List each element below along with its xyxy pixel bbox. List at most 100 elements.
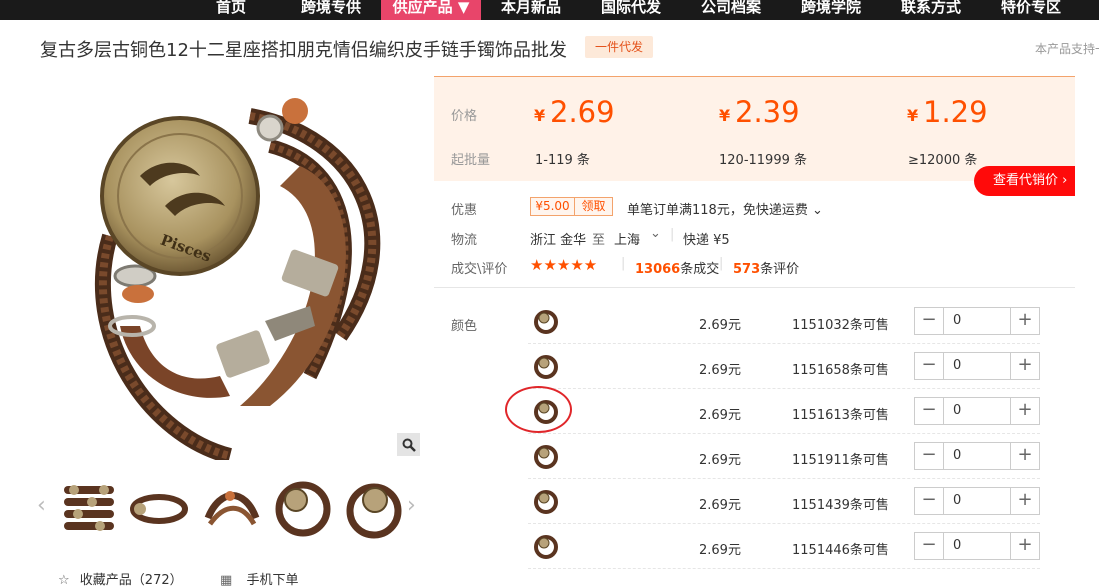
favorite-label: 收藏产品（272）	[79, 573, 183, 588]
main-product-image[interactable]: Pisces	[40, 76, 422, 464]
nav-intl-dropship[interactable]: 国际代发	[587, 0, 675, 20]
reviews-summary[interactable]: 573条评价	[733, 258, 799, 277]
tier3-range: ≥12000 条	[908, 153, 978, 168]
tier2-range: 120-11999 条	[719, 153, 807, 168]
deals-divider: |	[719, 256, 724, 271]
star-outline-icon: ☆	[58, 573, 70, 588]
quantity-input[interactable]: 0	[943, 533, 1011, 559]
moq-label: 起批量	[451, 153, 491, 168]
quantity-stepper[interactable]: −0 +	[914, 307, 1040, 335]
favorite-action[interactable]: ☆ 收藏产品（272）	[58, 569, 183, 588]
thumb-next-arrow[interactable]: ›	[407, 493, 416, 518]
logistics-label: 物流	[451, 233, 478, 248]
quantity-stepper[interactable]: −0 +	[914, 442, 1040, 470]
thumbnail-5[interactable]	[343, 478, 405, 540]
view-dropship-price-button[interactable]: 查看代销价 ›	[974, 166, 1075, 196]
nav-products[interactable]: 供应产品 ▼	[381, 0, 481, 20]
dropship-badge[interactable]: 一件代发	[585, 36, 653, 58]
mobile-order-label: 手机下单	[246, 573, 299, 588]
decrement-button[interactable]: −	[915, 533, 943, 559]
logistics-divider: |	[670, 227, 675, 242]
nav-home[interactable]: 首页	[200, 0, 262, 20]
deals-summary[interactable]: 13066条成交	[635, 258, 719, 277]
price-label: 价格	[451, 109, 478, 124]
quantity-stepper[interactable]: −0 +	[914, 487, 1040, 515]
rating-stars-icon: ★★★★★	[530, 256, 598, 274]
sku-price: 2.69元	[699, 498, 741, 513]
coupon-value: ¥5.00	[531, 198, 575, 215]
row-separator	[528, 523, 1040, 524]
quantity-input[interactable]: 0	[943, 443, 1011, 469]
nav-academy[interactable]: 跨境学院	[787, 0, 875, 20]
quantity-input[interactable]: 0	[943, 398, 1011, 424]
tier3-price: 1.29	[923, 95, 988, 129]
quantity-stepper[interactable]: −0 +	[914, 532, 1040, 560]
coupon-claim[interactable]: 领取	[575, 198, 612, 215]
thumbnail-4[interactable]	[272, 478, 334, 540]
coupon-box[interactable]: ¥5.00 领取	[530, 197, 613, 216]
thumb-prev-arrow[interactable]: ‹	[37, 493, 46, 518]
destination-caret-icon[interactable]: ⌄	[650, 226, 661, 241]
section-divider	[434, 287, 1075, 288]
sku-stock: 1151911条可售	[792, 453, 889, 468]
annotation-circle	[505, 386, 572, 433]
sku-price: 2.69元	[699, 318, 741, 333]
sku-stock: 1151613条可售	[792, 408, 889, 423]
sku-stock: 1151446条可售	[792, 543, 889, 558]
quantity-input[interactable]: 0	[943, 353, 1011, 379]
sku-stock: 1151658条可售	[792, 363, 889, 378]
tier1-range: 1-119 条	[535, 153, 590, 168]
increment-button[interactable]: +	[1011, 443, 1039, 469]
row-separator	[528, 343, 1040, 344]
row-separator	[528, 433, 1040, 434]
increment-button[interactable]: +	[1011, 398, 1039, 424]
tier3-currency: ¥	[907, 106, 919, 125]
tier1-price: 2.69	[550, 95, 615, 129]
thumbnail-2[interactable]	[128, 478, 190, 540]
quantity-stepper[interactable]: −0 +	[914, 352, 1040, 380]
decrement-button[interactable]: −	[915, 308, 943, 334]
nav-company-profile[interactable]: 公司档案	[687, 0, 775, 20]
quantity-input[interactable]: 0	[943, 488, 1011, 514]
ship-origin: 浙江 金华	[530, 233, 587, 248]
nav-cross-border[interactable]: 跨境专供	[287, 0, 375, 20]
shipping-fee: 快递 ¥5	[683, 233, 730, 248]
increment-button[interactable]: +	[1011, 488, 1039, 514]
reviews-count: 573	[733, 262, 761, 277]
sku-thumbnail[interactable]	[532, 307, 560, 335]
sku-thumbnail[interactable]	[532, 532, 560, 560]
ship-destination[interactable]: 上海	[614, 229, 640, 248]
decrement-button[interactable]: −	[915, 353, 943, 379]
nav-contact[interactable]: 联系方式	[887, 0, 975, 20]
sku-stock: 1151032条可售	[792, 318, 889, 333]
increment-button[interactable]: +	[1011, 308, 1039, 334]
mobile-order-action[interactable]: ▦ 手机下单	[220, 569, 298, 588]
increment-button[interactable]: +	[1011, 533, 1039, 559]
sku-price: 2.69元	[699, 543, 741, 558]
ship-to-label: 至	[592, 233, 606, 248]
deals-suffix: 条成交	[680, 262, 720, 277]
sku-stock: 1151439条可售	[792, 498, 889, 513]
quantity-input[interactable]: 0	[943, 308, 1011, 334]
sku-thumbnail[interactable]	[532, 352, 560, 380]
sku-price: 2.69元	[699, 453, 741, 468]
promo-text[interactable]: 单笔订单满118元，免快递运费 ⌄	[627, 199, 823, 218]
increment-button[interactable]: +	[1011, 353, 1039, 379]
row-separator	[528, 478, 1040, 479]
thumbnail-3[interactable]	[200, 478, 262, 540]
top-nav: 首页 跨境专供 供应产品 ▼ 本月新品 国际代发 公司档案 跨境学院 联系方式 …	[0, 0, 1099, 20]
decrement-button[interactable]: −	[915, 443, 943, 469]
magnifier-icon	[402, 438, 416, 452]
thumbnail-1[interactable]	[58, 478, 120, 540]
sku-thumbnail[interactable]	[532, 487, 560, 515]
tier2-currency: ¥	[719, 106, 731, 125]
nav-new-arrivals[interactable]: 本月新品	[487, 0, 575, 20]
zoom-button[interactable]	[397, 433, 420, 456]
quantity-stepper[interactable]: −0 +	[914, 397, 1040, 425]
qr-code-icon: ▦	[220, 573, 233, 588]
sku-thumbnail[interactable]	[532, 442, 560, 470]
decrement-button[interactable]: −	[915, 488, 943, 514]
tier2-price: 2.39	[735, 95, 800, 129]
decrement-button[interactable]: −	[915, 398, 943, 424]
nav-specials[interactable]: 特价专区	[987, 0, 1075, 20]
